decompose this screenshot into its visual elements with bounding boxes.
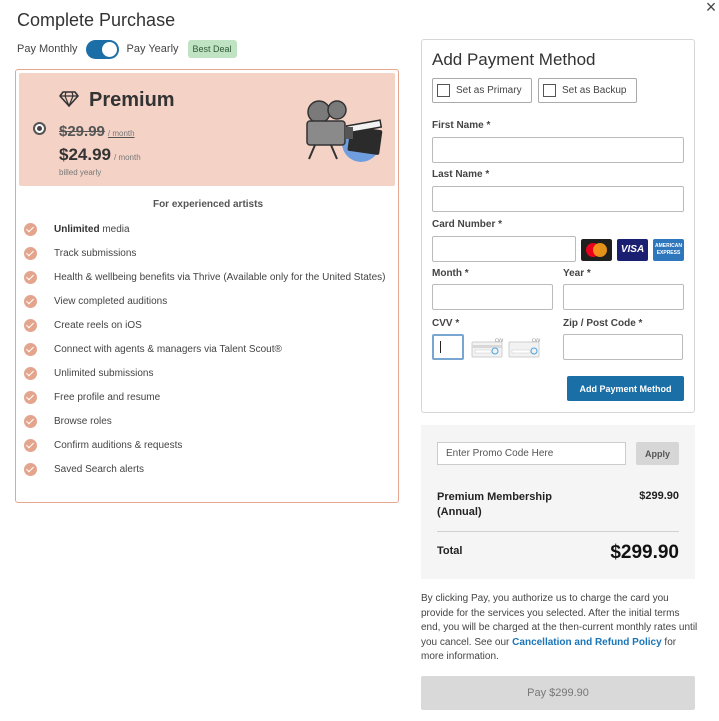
feature-item: Unlimited media [24, 222, 394, 237]
plan-header: Premium $29.99/ month $24.99/ month bill… [19, 73, 395, 186]
order-summary: Enter Promo Code Here Apply Premium Memb… [421, 425, 695, 579]
refund-policy-link[interactable]: Cancellation and Refund Policy [512, 637, 661, 648]
legal-notice: By clicking Pay, you authorize us to cha… [421, 593, 698, 662]
total-label: Total [437, 545, 463, 557]
plan-tagline: For experienced artists [152, 199, 264, 210]
last-name-input[interactable] [432, 186, 684, 212]
payment-form-title: Add Payment Method [432, 50, 596, 69]
pay-button[interactable]: Pay $299.90 [421, 676, 695, 710]
apply-promo-button[interactable]: Apply [636, 442, 679, 465]
check-icon [24, 415, 37, 428]
svg-text:CVV: CVV [532, 338, 541, 343]
feature-list: Unlimited media Track submissions Health… [24, 222, 394, 477]
feature-item: Health & wellbeing benefits via Thrive (… [24, 270, 394, 285]
total-value: $299.90 [610, 542, 679, 563]
mastercard-icon [581, 239, 612, 261]
plan-card-premium[interactable]: Premium $29.99/ month $24.99/ month bill… [15, 69, 399, 503]
check-icon [24, 247, 37, 260]
diamond-icon [59, 91, 79, 107]
feature-item: Unlimited submissions [24, 366, 394, 381]
set-primary-checkbox[interactable]: Set as Primary [432, 78, 532, 103]
checkbox-box[interactable] [543, 84, 556, 97]
promo-code-input[interactable]: Enter Promo Code Here [437, 442, 626, 465]
first-name-label: First Name * [432, 120, 491, 131]
new-price: $24.99/ month [59, 145, 141, 164]
best-deal-badge: Best Deal [187, 40, 237, 58]
cvv-front-card-icon: CVV [508, 338, 541, 358]
old-price: $29.99/ month [59, 123, 135, 140]
switch-knob [101, 41, 117, 57]
line-item-name: Premium Membership (Annual) [437, 491, 552, 518]
cvv-label: CVV * [432, 318, 460, 329]
check-icon [24, 391, 37, 404]
plan-radio[interactable] [33, 122, 46, 135]
zip-label: Zip / Post Code * [563, 318, 643, 329]
first-name-input[interactable] [432, 137, 684, 163]
add-payment-method-button[interactable]: Add Payment Method [567, 376, 684, 401]
payment-form: Add Payment Method Set as Primary Set as… [421, 39, 695, 413]
checkbox-box[interactable] [437, 84, 450, 97]
text-caret [440, 341, 441, 353]
set-backup-checkbox[interactable]: Set as Backup [538, 78, 637, 103]
cvv-back-card-icon: CVV [471, 338, 504, 358]
billing-switch[interactable] [85, 39, 119, 59]
svg-text:CVV: CVV [495, 338, 504, 343]
check-icon [24, 439, 37, 452]
feature-item: Browse roles [24, 414, 394, 429]
check-icon [24, 271, 37, 284]
close-icon[interactable]: × [703, 0, 719, 16]
feature-item: Saved Search alerts [24, 462, 394, 477]
check-icon [24, 463, 37, 476]
feature-item: Track submissions [24, 246, 394, 261]
feature-item: Create reels on iOS [24, 318, 394, 333]
line-item-price: $299.90 [639, 490, 679, 502]
zip-input[interactable] [563, 334, 683, 360]
check-icon [24, 367, 37, 380]
plan-name: Premium [89, 89, 175, 111]
summary-divider [437, 531, 679, 532]
feature-item: Connect with agents & managers via Talen… [24, 342, 394, 357]
feature-item: Free profile and resume [24, 390, 394, 405]
check-icon [24, 319, 37, 332]
month-label: Month * [432, 268, 469, 279]
check-icon [24, 295, 37, 308]
billing-toggle: Pay Monthly Pay Yearly Best Deal [17, 38, 237, 60]
year-select[interactable] [563, 284, 684, 310]
pay-yearly-label[interactable]: Pay Yearly [127, 43, 179, 55]
year-label: Year * [563, 268, 591, 279]
pay-monthly-label[interactable]: Pay Monthly [17, 43, 78, 55]
month-select[interactable] [432, 284, 553, 310]
card-number-input[interactable] [432, 236, 576, 262]
billed-note: billed yearly [59, 168, 102, 177]
modal-title: Complete Purchase [17, 10, 176, 30]
check-icon [24, 223, 37, 236]
card-number-label: Card Number * [432, 219, 503, 230]
film-camera-illustration [306, 100, 383, 162]
last-name-label: Last Name * [432, 169, 490, 180]
visa-icon: VISA [617, 239, 648, 261]
amex-icon: AMERICAN EXPRESS [653, 239, 684, 261]
cvv-input[interactable] [432, 334, 464, 360]
check-icon [24, 343, 37, 356]
feature-item: Confirm auditions & requests [24, 438, 394, 453]
feature-item: View completed auditions [24, 294, 394, 309]
